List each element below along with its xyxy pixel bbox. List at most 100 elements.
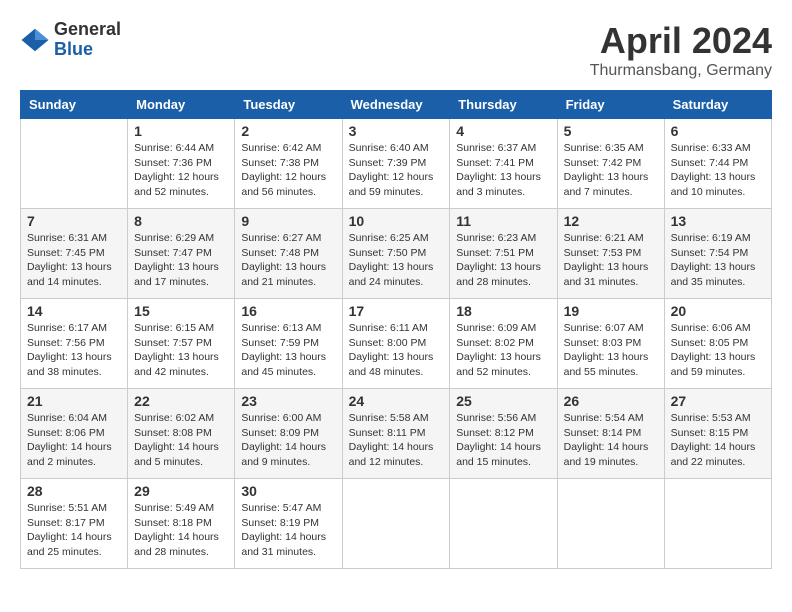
day-number: 13: [671, 213, 765, 229]
day-info: Sunrise: 6:23 AMSunset: 7:51 PMDaylight:…: [456, 231, 550, 290]
calendar-cell: 7 Sunrise: 6:31 AMSunset: 7:45 PMDaylight…: [21, 209, 128, 299]
day-info: Sunrise: 6:19 AMSunset: 7:54 PMDaylight:…: [671, 231, 765, 290]
calendar-cell: 26 Sunrise: 5:54 AMSunset: 8:14 PMDayligh…: [557, 389, 664, 479]
day-info: Sunrise: 5:53 AMSunset: 8:15 PMDaylight:…: [671, 411, 765, 470]
calendar-day-header: Monday: [128, 91, 235, 119]
day-info: Sunrise: 6:04 AMSunset: 8:06 PMDaylight:…: [27, 411, 121, 470]
day-info: Sunrise: 6:31 AMSunset: 7:45 PMDaylight:…: [27, 231, 121, 290]
calendar-week-row: 7 Sunrise: 6:31 AMSunset: 7:45 PMDaylight…: [21, 209, 772, 299]
calendar-cell: 23 Sunrise: 6:00 AMSunset: 8:09 PMDayligh…: [235, 389, 342, 479]
calendar-cell: 28 Sunrise: 5:51 AMSunset: 8:17 PMDayligh…: [21, 479, 128, 569]
day-info: Sunrise: 6:07 AMSunset: 8:03 PMDaylight:…: [564, 321, 658, 380]
day-number: 6: [671, 123, 765, 139]
calendar-cell: 4 Sunrise: 6:37 AMSunset: 7:41 PMDaylight…: [450, 119, 557, 209]
calendar-cell: [21, 119, 128, 209]
day-info: Sunrise: 6:27 AMSunset: 7:48 PMDaylight:…: [241, 231, 335, 290]
day-number: 10: [349, 213, 444, 229]
day-number: 20: [671, 303, 765, 319]
day-number: 3: [349, 123, 444, 139]
calendar-cell: 15Sunrise: 6:15 AMSunset: 7:57 PMDayligh…: [128, 299, 235, 389]
calendar-cell: 24 Sunrise: 5:58 AMSunset: 8:11 PMDayligh…: [342, 389, 450, 479]
day-info: Sunrise: 6:42 AMSunset: 7:38 PMDaylight:…: [241, 141, 335, 200]
calendar-cell: 16Sunrise: 6:13 AMSunset: 7:59 PMDayligh…: [235, 299, 342, 389]
day-number: 24: [349, 393, 444, 409]
day-number: 12: [564, 213, 658, 229]
day-info: Sunrise: 5:56 AMSunset: 8:12 PMDaylight:…: [456, 411, 550, 470]
calendar-day-header: Friday: [557, 91, 664, 119]
day-number: 25: [456, 393, 550, 409]
calendar-cell: 17Sunrise: 6:11 AMSunset: 8:00 PMDayligh…: [342, 299, 450, 389]
calendar-week-row: 21 Sunrise: 6:04 AMSunset: 8:06 PMDayligh…: [21, 389, 772, 479]
calendar-cell: 13 Sunrise: 6:19 AMSunset: 7:54 PMDayligh…: [664, 209, 771, 299]
day-number: 7: [27, 213, 121, 229]
calendar-cell: 25 Sunrise: 5:56 AMSunset: 8:12 PMDayligh…: [450, 389, 557, 479]
calendar-header-row: SundayMondayTuesdayWednesdayThursdayFrid…: [21, 91, 772, 119]
day-number: 23: [241, 393, 335, 409]
day-info: Sunrise: 6:35 AMSunset: 7:42 PMDaylight:…: [564, 141, 658, 200]
calendar-week-row: 1 Sunrise: 6:44 AMSunset: 7:36 PMDaylight…: [21, 119, 772, 209]
calendar-cell: 3 Sunrise: 6:40 AMSunset: 7:39 PMDaylight…: [342, 119, 450, 209]
calendar-cell: 9 Sunrise: 6:27 AMSunset: 7:48 PMDaylight…: [235, 209, 342, 299]
day-info: Sunrise: 5:51 AMSunset: 8:17 PMDaylight:…: [27, 501, 121, 560]
calendar-cell: 20Sunrise: 6:06 AMSunset: 8:05 PMDayligh…: [664, 299, 771, 389]
day-info: Sunrise: 6:13 AMSunset: 7:59 PMDaylight:…: [241, 321, 335, 380]
day-info: Sunrise: 6:25 AMSunset: 7:50 PMDaylight:…: [349, 231, 444, 290]
calendar-cell: 21 Sunrise: 6:04 AMSunset: 8:06 PMDayligh…: [21, 389, 128, 479]
day-info: Sunrise: 6:17 AMSunset: 7:56 PMDaylight:…: [27, 321, 121, 380]
calendar-day-header: Tuesday: [235, 91, 342, 119]
calendar-cell: 30 Sunrise: 5:47 AMSunset: 8:19 PMDayligh…: [235, 479, 342, 569]
calendar-cell: 22 Sunrise: 6:02 AMSunset: 8:08 PMDayligh…: [128, 389, 235, 479]
calendar-cell: 19Sunrise: 6:07 AMSunset: 8:03 PMDayligh…: [557, 299, 664, 389]
calendar-day-header: Sunday: [21, 91, 128, 119]
calendar-cell: 18Sunrise: 6:09 AMSunset: 8:02 PMDayligh…: [450, 299, 557, 389]
calendar-day-header: Thursday: [450, 91, 557, 119]
day-number: 15: [134, 303, 228, 319]
day-number: 1: [134, 123, 228, 139]
day-number: 21: [27, 393, 121, 409]
day-info: Sunrise: 5:49 AMSunset: 8:18 PMDaylight:…: [134, 501, 228, 560]
calendar-cell: [557, 479, 664, 569]
calendar-cell: 14 Sunrise: 6:17 AMSunset: 7:56 PMDayligh…: [21, 299, 128, 389]
calendar-cell: [664, 479, 771, 569]
day-number: 11: [456, 213, 550, 229]
calendar-cell: 2Sunrise: 6:42 AMSunset: 7:38 PMDaylight…: [235, 119, 342, 209]
day-number: 4: [456, 123, 550, 139]
day-info: Sunrise: 6:00 AMSunset: 8:09 PMDaylight:…: [241, 411, 335, 470]
day-info: Sunrise: 5:54 AMSunset: 8:14 PMDaylight:…: [564, 411, 658, 470]
day-info: Sunrise: 6:44 AMSunset: 7:36 PMDaylight:…: [134, 141, 228, 200]
title-block: April 2024 Thurmansbang, Germany: [590, 20, 772, 80]
calendar-cell: 5 Sunrise: 6:35 AMSunset: 7:42 PMDaylight…: [557, 119, 664, 209]
calendar-table: SundayMondayTuesdayWednesdayThursdayFrid…: [20, 90, 772, 569]
day-info: Sunrise: 6:29 AMSunset: 7:47 PMDaylight:…: [134, 231, 228, 290]
day-info: Sunrise: 5:47 AMSunset: 8:19 PMDaylight:…: [241, 501, 335, 560]
calendar-week-row: 14 Sunrise: 6:17 AMSunset: 7:56 PMDayligh…: [21, 299, 772, 389]
day-number: 8: [134, 213, 228, 229]
day-number: 28: [27, 483, 121, 499]
day-number: 30: [241, 483, 335, 499]
day-info: Sunrise: 6:33 AMSunset: 7:44 PMDaylight:…: [671, 141, 765, 200]
logo-text: General Blue: [54, 20, 121, 60]
day-info: Sunrise: 6:40 AMSunset: 7:39 PMDaylight:…: [349, 141, 444, 200]
day-info: Sunrise: 5:58 AMSunset: 8:11 PMDaylight:…: [349, 411, 444, 470]
day-number: 9: [241, 213, 335, 229]
location: Thurmansbang, Germany: [590, 62, 772, 80]
day-number: 29: [134, 483, 228, 499]
page-header: General Blue April 2024 Thurmansbang, Ge…: [20, 20, 772, 80]
day-number: 14: [27, 303, 121, 319]
calendar-day-header: Saturday: [664, 91, 771, 119]
calendar-cell: 8 Sunrise: 6:29 AMSunset: 7:47 PMDaylight…: [128, 209, 235, 299]
day-number: 27: [671, 393, 765, 409]
calendar-cell: [450, 479, 557, 569]
calendar-cell: 10 Sunrise: 6:25 AMSunset: 7:50 PMDayligh…: [342, 209, 450, 299]
calendar-cell: 29 Sunrise: 5:49 AMSunset: 8:18 PMDayligh…: [128, 479, 235, 569]
day-info: Sunrise: 6:21 AMSunset: 7:53 PMDaylight:…: [564, 231, 658, 290]
calendar-cell: 12 Sunrise: 6:21 AMSunset: 7:53 PMDayligh…: [557, 209, 664, 299]
day-info: Sunrise: 6:02 AMSunset: 8:08 PMDaylight:…: [134, 411, 228, 470]
day-number: 5: [564, 123, 658, 139]
calendar-cell: [342, 479, 450, 569]
calendar-cell: 27 Sunrise: 5:53 AMSunset: 8:15 PMDayligh…: [664, 389, 771, 479]
day-number: 26: [564, 393, 658, 409]
day-info: Sunrise: 6:37 AMSunset: 7:41 PMDaylight:…: [456, 141, 550, 200]
day-number: 22: [134, 393, 228, 409]
day-info: Sunrise: 6:09 AMSunset: 8:02 PMDaylight:…: [456, 321, 550, 380]
